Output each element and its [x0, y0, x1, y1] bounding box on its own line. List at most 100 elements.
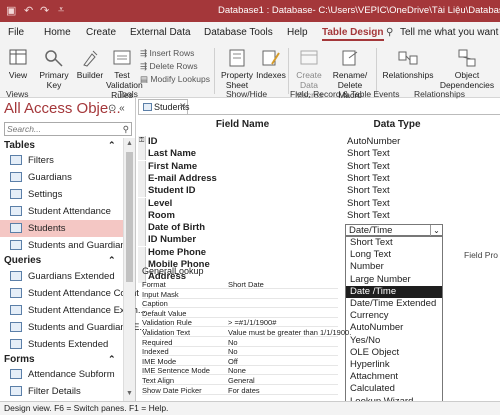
field-name-cell[interactable]: Room: [148, 210, 175, 222]
dropdown-option[interactable]: Yes/No: [346, 335, 442, 347]
row-selector[interactable]: [138, 246, 146, 259]
search-icon[interactable]: ⚲: [386, 27, 393, 38]
property-row[interactable]: Validation Text Value must be greater tha…: [142, 328, 351, 337]
data-type-cell[interactable]: Short Text: [347, 185, 390, 197]
property-value[interactable]: Off: [228, 357, 238, 366]
delete-rows-button[interactable]: ⇶ Delete Rows: [140, 61, 198, 72]
property-row[interactable]: Input Mask: [142, 290, 338, 299]
row-selector[interactable]: [138, 160, 146, 173]
table-row[interactable]: Date of Birth Date/Time: [138, 222, 500, 235]
shutter-close-icon[interactable]: «: [119, 103, 125, 114]
object-dependencies-button[interactable]: Object Dependencies: [436, 48, 498, 90]
row-selector[interactable]: [138, 148, 146, 161]
nav-item-filter-details[interactable]: Filter Details: [0, 383, 123, 400]
nav-item-settings[interactable]: Settings: [0, 186, 123, 203]
nav-item-students[interactable]: Students: [0, 220, 123, 237]
tab-database-tools[interactable]: Database Tools: [204, 27, 273, 38]
dropdown-option[interactable]: Short Text: [346, 237, 442, 249]
field-name-cell[interactable]: Last Name: [148, 148, 196, 160]
property-value[interactable]: None: [228, 366, 246, 375]
nav-item-guardians[interactable]: Guardians: [0, 169, 123, 186]
data-type-cell[interactable]: AutoNumber: [347, 136, 400, 148]
nav-item-students-and-guardians[interactable]: Students and Guardians: [0, 237, 130, 254]
field-name-cell[interactable]: Student ID: [148, 185, 196, 197]
tab-students[interactable]: Students ✕: [138, 99, 190, 114]
data-type-cell[interactable]: Short Text: [347, 161, 390, 173]
property-value[interactable]: Short Date: [228, 280, 264, 289]
tab-table-design[interactable]: Table Design: [322, 27, 384, 41]
table-row[interactable]: ⚿ ID AutoNumber: [138, 136, 500, 148]
insert-rows-button[interactable]: ⇶ Insert Rows: [140, 48, 194, 59]
row-selector[interactable]: [138, 234, 146, 247]
row-selector[interactable]: [138, 197, 146, 210]
nav-title[interactable]: All Access Obje...: [4, 100, 121, 117]
nav-item-attendance-subform[interactable]: Attendance Subform: [0, 366, 123, 383]
dropdown-option[interactable]: Hyperlink: [346, 359, 442, 371]
section-tables[interactable]: Tables ⌃: [4, 140, 116, 151]
modify-lookups-button[interactable]: ▤ Modify Lookups: [140, 74, 210, 85]
nav-item-filters[interactable]: Filters: [0, 152, 123, 169]
property-row[interactable]: Caption: [142, 299, 338, 309]
tell-me-search[interactable]: Tell me what you want to do: [400, 27, 500, 38]
field-name-cell[interactable]: First Name: [148, 161, 197, 173]
field-name-cell[interactable]: Home Phone: [148, 247, 206, 259]
property-row[interactable]: Text Align General: [142, 376, 338, 385]
close-icon[interactable]: ✕: [179, 101, 187, 112]
property-value[interactable]: Value must be greater than 1/1/1900.: [228, 328, 351, 337]
nav-scrollbar[interactable]: ▲ ▼: [123, 138, 135, 401]
property-value[interactable]: No: [228, 347, 238, 356]
data-type-cell[interactable]: Short Text: [347, 173, 390, 185]
property-value[interactable]: No: [228, 338, 238, 347]
property-row[interactable]: Validation Rule > =#1/1/1900#: [142, 318, 338, 328]
search-input[interactable]: Search... ⚲: [4, 122, 132, 136]
nav-item-students-extended[interactable]: Students Extended: [0, 336, 123, 353]
tab-general[interactable]: General: [142, 266, 174, 276]
dropdown-option[interactable]: Date /Time: [346, 285, 442, 298]
save-icon[interactable]: ▣: [6, 4, 16, 17]
property-row[interactable]: IME Sentence Mode None: [142, 366, 338, 376]
property-row[interactable]: Format Short Date: [142, 280, 338, 289]
row-selector[interactable]: [138, 222, 146, 235]
scroll-thumb[interactable]: [126, 152, 133, 282]
row-selector[interactable]: ⚿: [138, 136, 146, 148]
field-name-cell[interactable]: E-mail Address: [148, 173, 217, 185]
property-row[interactable]: Default Value: [142, 309, 338, 318]
data-type-cell[interactable]: Short Text: [347, 148, 390, 160]
row-selector[interactable]: [138, 185, 146, 198]
scroll-up-icon[interactable]: ▲: [126, 140, 133, 147]
nav-item-student-attendance-count[interactable]: Student Attendance Count: [0, 285, 139, 302]
field-name-cell[interactable]: ID Number: [148, 234, 196, 246]
field-name-cell[interactable]: Level: [148, 198, 172, 210]
dropdown-option[interactable]: Number: [346, 261, 442, 273]
dropdown-option[interactable]: Large Number: [346, 274, 442, 286]
field-name-cell[interactable]: Date of Birth: [148, 222, 205, 234]
data-type-select[interactable]: Date/Time ⌄: [345, 224, 443, 236]
property-value[interactable]: General: [228, 376, 255, 385]
tab-create[interactable]: Create: [86, 27, 116, 38]
data-type-cell[interactable]: Short Text: [347, 198, 390, 210]
builder-button[interactable]: Builder: [74, 48, 106, 80]
redo-icon[interactable]: ↷: [40, 4, 49, 17]
tab-home[interactable]: Home: [44, 27, 71, 38]
dropdown-option[interactable]: Long Text: [346, 249, 442, 261]
table-row[interactable]: First Name Short Text: [138, 160, 500, 173]
chevron-down-icon[interactable]: ⊙: [108, 103, 116, 114]
view-button[interactable]: View: [4, 48, 32, 80]
tab-help[interactable]: Help: [287, 27, 308, 38]
property-value[interactable]: > =#1/1/1900#: [228, 318, 276, 327]
relationships-button[interactable]: Relationships: [380, 48, 436, 80]
scroll-down-icon[interactable]: ▼: [126, 390, 133, 397]
property-row[interactable]: Indexed No: [142, 347, 338, 357]
dropdown-option[interactable]: Calculated: [346, 383, 442, 395]
nav-item-guardians-extended[interactable]: Guardians Extended: [0, 268, 123, 285]
property-row[interactable]: IME Mode Off: [142, 357, 338, 366]
dropdown-option[interactable]: Attachment: [346, 371, 442, 383]
section-queries[interactable]: Queries ⌃: [4, 255, 116, 266]
nav-item-student-attendance[interactable]: Student Attendance: [0, 203, 123, 220]
table-row[interactable]: Home Phone: [138, 246, 500, 259]
undo-icon[interactable]: ↶: [24, 4, 33, 17]
section-forms[interactable]: Forms ⌃: [4, 354, 116, 365]
property-row[interactable]: Show Date Picker For dates: [142, 386, 338, 395]
row-selector[interactable]: [138, 172, 146, 185]
dropdown-option[interactable]: OLE Object: [346, 347, 442, 359]
